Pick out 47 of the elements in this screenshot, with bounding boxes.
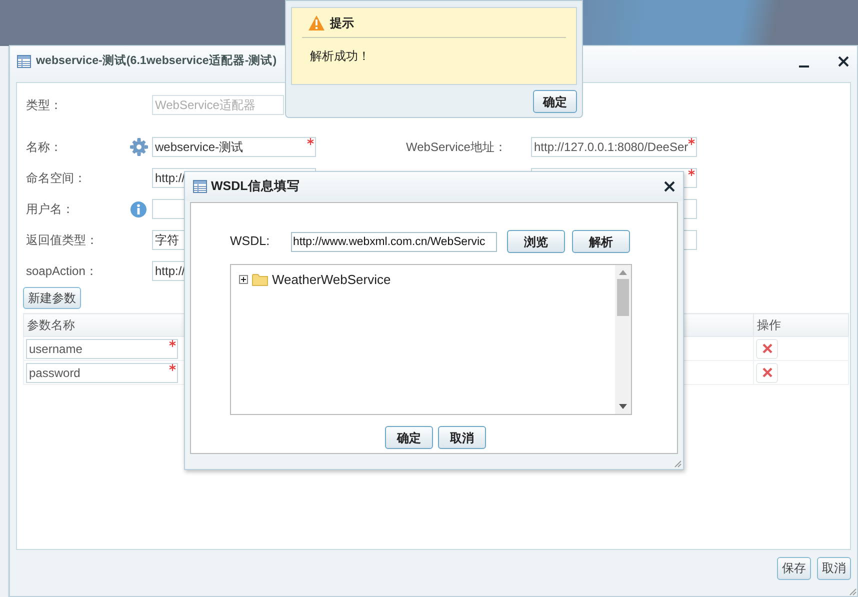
- field-label: soapAction：: [26, 263, 98, 280]
- footer-button[interactable]: 保存: [777, 556, 811, 580]
- field-label: 名称：: [26, 139, 63, 156]
- resize-grip-icon: [674, 460, 682, 468]
- close-icon[interactable]: [664, 181, 675, 192]
- warning-icon: [308, 14, 325, 30]
- alert-title: 提示: [330, 14, 354, 32]
- folder-icon: [252, 273, 268, 286]
- expand-icon[interactable]: [239, 275, 248, 284]
- column-header: 操作: [754, 314, 848, 336]
- footer-button[interactable]: 取消: [817, 556, 851, 580]
- dialog-button[interactable]: 浏览: [507, 230, 565, 253]
- column-header: 参数名称: [24, 314, 186, 336]
- close-icon[interactable]: [838, 56, 849, 66]
- delete-button[interactable]: [756, 362, 778, 382]
- scroll-up-icon: [619, 270, 627, 275]
- scroll-down-icon: [619, 404, 627, 409]
- scroll-thumb[interactable]: [617, 279, 629, 316]
- scrollbar[interactable]: [615, 265, 631, 414]
- new-parameter-button[interactable]: 新建参数: [23, 287, 81, 309]
- field-label: 类型：: [26, 97, 63, 114]
- field-label: WebService地址：: [406, 139, 508, 156]
- input-field[interactable]: http://127.0.0.1:8080/DeeSer: [531, 137, 697, 157]
- window-icon: [193, 180, 207, 193]
- dialog-button[interactable]: 取消: [438, 426, 486, 449]
- field-label: 命名空间：: [26, 170, 87, 187]
- input-field[interactable]: password: [26, 362, 178, 382]
- field-label: WSDL:: [230, 233, 271, 250]
- dialog-title: WSDL信息填写: [211, 178, 300, 196]
- input-field[interactable]: webservice-测试: [152, 137, 316, 157]
- delete-icon: [762, 367, 772, 378]
- delete-button[interactable]: [756, 338, 778, 358]
- input-field[interactable]: http://www.webxml.com.cn/WebServic: [291, 232, 497, 252]
- info-icon: [130, 200, 147, 218]
- dialog-button[interactable]: 确定: [385, 426, 433, 449]
- window-icon: [17, 54, 31, 68]
- input-field[interactable]: username: [26, 338, 178, 358]
- window-title: webservice-测试(6.1webservice适配器-测试): [36, 53, 277, 70]
- field-label: 返回值类型：: [26, 232, 99, 249]
- delete-icon: [762, 343, 772, 354]
- field-label: 用户名：: [26, 201, 75, 218]
- resize-grip-icon: [849, 588, 857, 596]
- ok-button[interactable]: 确定: [533, 90, 577, 113]
- alert-message: 解析成功！: [309, 48, 371, 65]
- tree-item[interactable]: WeatherWebService: [272, 270, 391, 290]
- dialog-button[interactable]: 解析: [572, 230, 630, 253]
- gear-icon: [130, 138, 148, 156]
